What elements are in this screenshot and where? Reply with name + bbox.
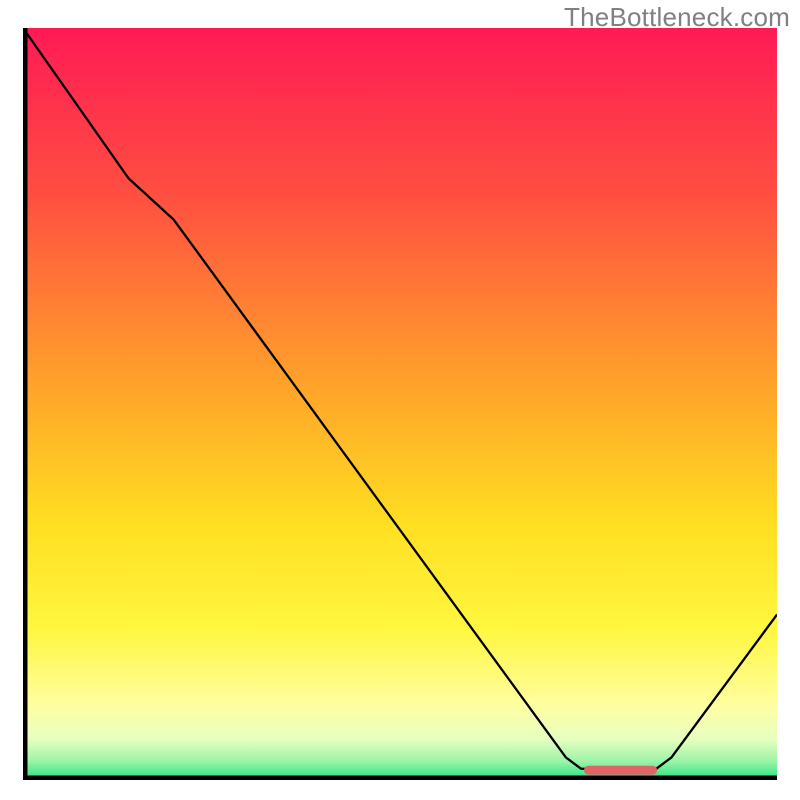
chart-frame: TheBottleneck.com — [0, 0, 800, 800]
chart-plot — [23, 28, 777, 780]
chart-svg — [23, 28, 777, 780]
gradient-background — [23, 28, 777, 780]
